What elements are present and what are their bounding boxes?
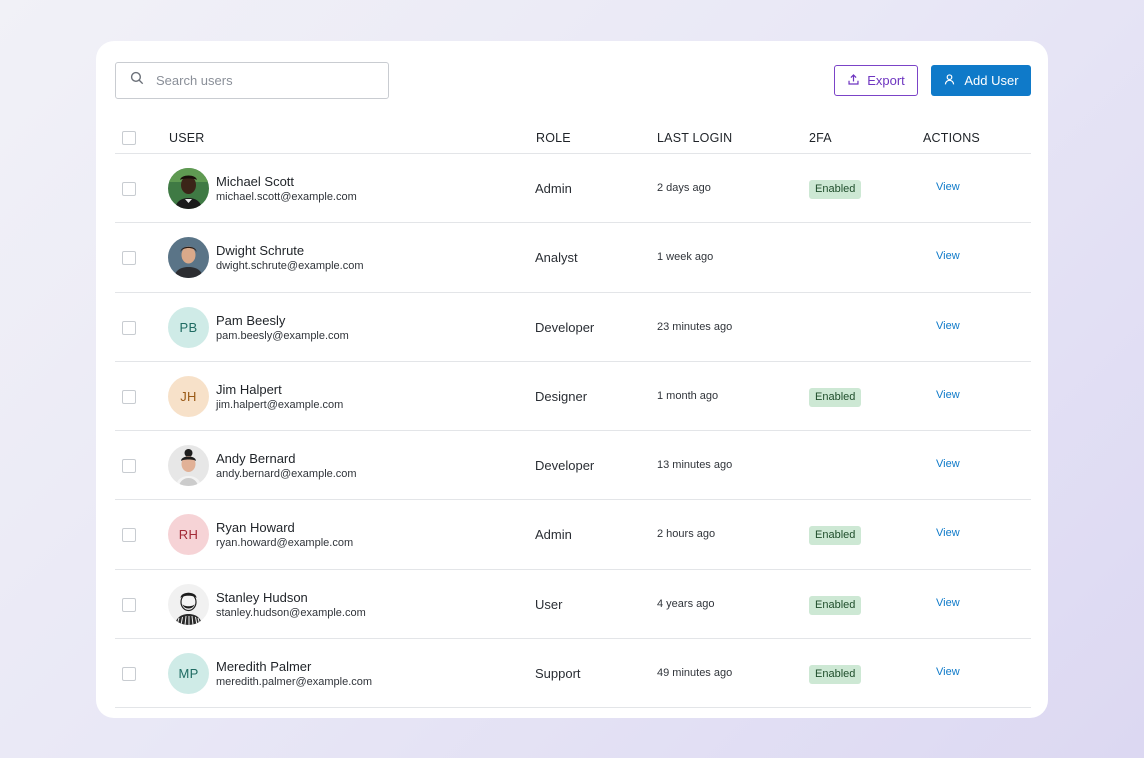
table-row: Dwight Schrute dwight.schrute@example.co… bbox=[115, 223, 1031, 293]
header-user: USER bbox=[169, 131, 205, 145]
user-email: stanley.hudson@example.com bbox=[216, 606, 366, 619]
avatar-initials: JH bbox=[180, 388, 197, 404]
row-checkbox[interactable] bbox=[122, 389, 136, 404]
export-button[interactable]: Export bbox=[834, 65, 918, 96]
user-role: User bbox=[535, 596, 563, 612]
header-actions: ACTIONS bbox=[923, 131, 980, 145]
status-badge: Enabled bbox=[809, 180, 862, 199]
user-name: Dwight Schrute bbox=[216, 243, 305, 259]
avatar-initials: MP bbox=[178, 666, 199, 682]
view-link[interactable]: View bbox=[936, 666, 960, 678]
users-card: Export Add User USER ROLE LAST LOGIN 2FA… bbox=[96, 41, 1048, 718]
row-checkbox[interactable] bbox=[122, 597, 136, 612]
view-link[interactable]: View bbox=[936, 250, 960, 262]
user-role: Designer bbox=[535, 388, 588, 404]
add-user-button[interactable]: Add User bbox=[931, 65, 1031, 96]
select-all-checkbox[interactable] bbox=[122, 131, 136, 145]
header-2fa: 2FA bbox=[809, 131, 832, 145]
view-link[interactable]: View bbox=[936, 597, 960, 609]
last-login: 4 years ago bbox=[657, 597, 715, 610]
search-icon bbox=[130, 71, 144, 90]
user-role: Developer bbox=[535, 458, 595, 474]
user-role: Support bbox=[535, 666, 581, 682]
view-link[interactable]: View bbox=[936, 527, 960, 539]
user-email: meredith.palmer@example.com bbox=[216, 676, 373, 689]
search-box[interactable] bbox=[115, 62, 389, 99]
users-table: USER ROLE LAST LOGIN 2FA ACTIONS Michael… bbox=[115, 123, 1031, 709]
avatar bbox=[168, 168, 209, 209]
row-checkbox[interactable] bbox=[122, 459, 136, 474]
row-checkbox[interactable] bbox=[122, 667, 136, 682]
avatar bbox=[168, 445, 209, 487]
avatar-initials: RH bbox=[178, 527, 199, 543]
user-name: Jim Halpert bbox=[216, 381, 282, 397]
user-email: ryan.howard@example.com bbox=[216, 537, 354, 550]
user-email: pam.beesly@example.com bbox=[216, 329, 349, 342]
row-checkbox[interactable] bbox=[122, 182, 136, 196]
last-login: 49 minutes ago bbox=[657, 667, 733, 680]
last-login: 2 days ago bbox=[657, 182, 711, 194]
table-row: RH Ryan Howard ryan.howard@example.com A… bbox=[115, 500, 1031, 570]
user-icon bbox=[943, 73, 956, 89]
last-login: 13 minutes ago bbox=[657, 459, 733, 472]
status-badge: Enabled bbox=[809, 665, 862, 685]
avatar: MP bbox=[168, 653, 209, 695]
row-checkbox[interactable] bbox=[122, 251, 136, 266]
add-user-label: Add User bbox=[964, 73, 1019, 88]
user-role: Admin bbox=[535, 181, 572, 196]
user-role: Analyst bbox=[535, 250, 578, 266]
avatar-initials: PB bbox=[179, 319, 198, 335]
last-login: 1 month ago bbox=[657, 389, 719, 402]
upload-icon bbox=[847, 73, 860, 89]
header-last-login: LAST LOGIN bbox=[657, 131, 733, 145]
row-checkbox[interactable] bbox=[122, 320, 136, 335]
user-name: Ryan Howard bbox=[216, 520, 295, 536]
user-email: michael.scott@example.com bbox=[216, 191, 357, 203]
user-role: Admin bbox=[535, 527, 572, 543]
search-input[interactable] bbox=[156, 73, 376, 88]
user-name: Meredith Palmer bbox=[216, 659, 312, 675]
user-name: Andy Bernard bbox=[216, 451, 296, 467]
view-link[interactable]: View bbox=[936, 181, 960, 193]
row-checkbox[interactable] bbox=[122, 528, 136, 543]
user-role: Developer bbox=[535, 319, 595, 335]
avatar bbox=[168, 583, 209, 625]
table-row: Andy Bernard andy.bernard@example.com De… bbox=[115, 431, 1031, 501]
view-link[interactable]: View bbox=[936, 389, 960, 401]
user-name: Michael Scott bbox=[216, 174, 295, 189]
table-row: JH Jim Halpert jim.halpert@example.com D… bbox=[115, 362, 1031, 432]
last-login: 2 hours ago bbox=[657, 528, 716, 541]
avatar: RH bbox=[168, 514, 209, 556]
user-email: dwight.schrute@example.com bbox=[216, 260, 364, 273]
view-link[interactable]: View bbox=[936, 320, 960, 332]
table-row: Stanley Hudson stanley.hudson@example.co… bbox=[115, 570, 1031, 640]
user-email: jim.halpert@example.com bbox=[216, 398, 344, 411]
last-login: 1 week ago bbox=[657, 251, 714, 264]
table-header: USER ROLE LAST LOGIN 2FA ACTIONS bbox=[115, 123, 1031, 154]
avatar: JH bbox=[168, 375, 209, 417]
table-row: Michael Scott michael.scott@example.com … bbox=[115, 154, 1031, 224]
avatar: PB bbox=[168, 306, 209, 348]
table-row: PB Pam Beesly pam.beesly@example.com Dev… bbox=[115, 293, 1031, 362]
view-link[interactable]: View bbox=[936, 458, 960, 470]
table-row: MP Meredith Palmer meredith.palmer@examp… bbox=[115, 639, 1031, 709]
header-role: ROLE bbox=[536, 131, 571, 145]
user-name: Stanley Hudson bbox=[216, 589, 308, 605]
user-name: Pam Beesly bbox=[216, 312, 286, 328]
avatar bbox=[168, 237, 209, 279]
user-email: andy.bernard@example.com bbox=[216, 468, 357, 481]
last-login: 23 minutes ago bbox=[657, 320, 733, 333]
status-badge: Enabled bbox=[809, 595, 862, 615]
status-badge: Enabled bbox=[809, 526, 862, 546]
status-badge: Enabled bbox=[809, 387, 862, 407]
export-label: Export bbox=[867, 73, 905, 88]
